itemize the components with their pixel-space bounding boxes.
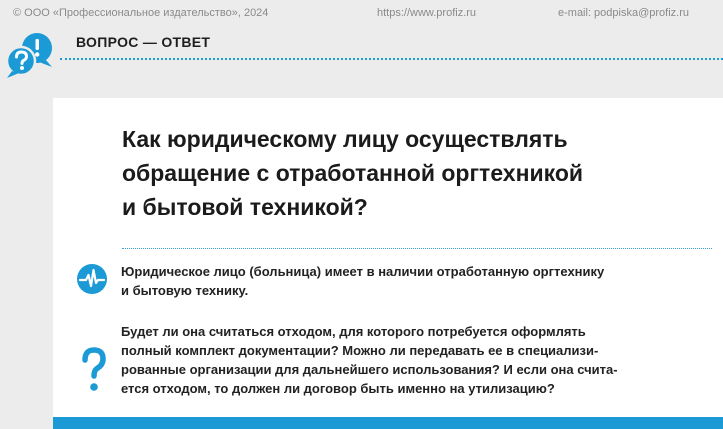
question-title: Как юридическому лицу осуществлять обращ…: [122, 122, 702, 224]
paragraph-line: рованные организации для дальнейшего исп…: [121, 362, 618, 377]
question-title-line: и бытовой техникой?: [122, 194, 368, 220]
email-link[interactable]: e-mail: podpiska@profiz.ru: [558, 7, 689, 19]
paragraph-line: и бытовую технику.: [121, 283, 249, 298]
question-context: Юридическое лицо (больница) имеет в нали…: [121, 262, 721, 300]
card-bottom-bar: [53, 417, 723, 429]
website-link[interactable]: https://www.profiz.ru: [377, 7, 476, 19]
question-mark-icon: [82, 347, 106, 391]
section-divider: [60, 58, 723, 60]
paragraph-line: полный комплект документации? Можно ли п…: [121, 343, 599, 358]
copyright-text: © ООО «Профессиональное издательство», 2…: [13, 7, 269, 19]
paragraph-line: Юридическое лицо (больница) имеет в нали…: [121, 264, 605, 279]
title-divider: [122, 248, 712, 249]
question-card: Как юридическому лицу осуществлять обращ…: [53, 98, 723, 429]
question-title-line: Как юридическому лицу осуществлять: [122, 126, 568, 152]
section-title: ВОПРОС — ОТВЕТ: [76, 34, 211, 50]
pulse-icon: [77, 264, 107, 294]
chat-bubbles-icon: [5, 33, 52, 78]
paragraph-line: Будет ли она считаться отходом, для кото…: [121, 324, 586, 339]
question-text: Будет ли она считаться отходом, для кото…: [121, 322, 721, 398]
page-header: © ООО «Профессиональное издательство», 2…: [0, 0, 723, 24]
paragraph-line: ется отходом, то должен ли договор быть …: [121, 381, 555, 396]
question-title-line: обращение с отработанной оргтехникой: [122, 160, 584, 186]
